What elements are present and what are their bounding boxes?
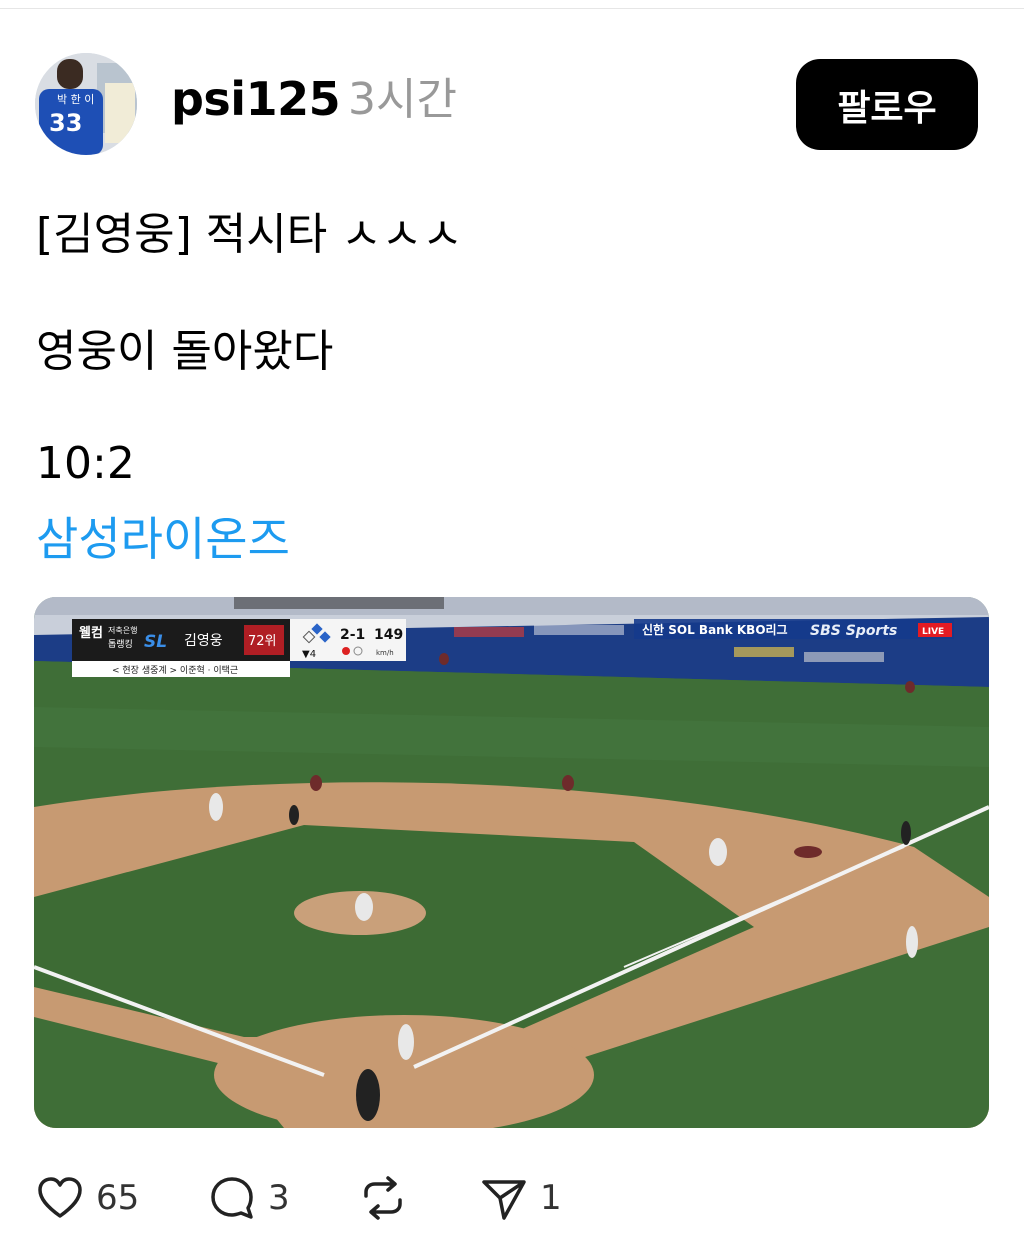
post-text-line-3: 10:2 bbox=[36, 438, 135, 489]
heart-icon bbox=[38, 1177, 82, 1218]
commentary-text: < 현장 생중계 > 이준혁 · 이택근 bbox=[112, 664, 238, 676]
sponsor-subtext: 저축은행 bbox=[108, 625, 137, 635]
follow-button[interactable]: 팔로우 bbox=[796, 59, 978, 150]
post-time: 3시간 bbox=[348, 74, 457, 125]
pitch-count: 2-1 bbox=[340, 627, 365, 643]
out-indicator bbox=[342, 647, 350, 655]
share-button[interactable]: 1 bbox=[480, 1168, 562, 1228]
like-count: 65 bbox=[96, 1178, 140, 1218]
team-logo: SL bbox=[144, 632, 167, 652]
hashtag-link[interactable]: 삼성라이온즈 bbox=[36, 516, 290, 562]
batter-name: 김영웅 bbox=[184, 633, 223, 649]
repost-icon bbox=[364, 1176, 402, 1220]
svg-text:박 한 이: 박 한 이 bbox=[57, 93, 94, 106]
batter-rank: 72위 bbox=[248, 634, 277, 649]
sponsor-text: 웰컴 bbox=[79, 626, 103, 641]
svg-text:33: 33 bbox=[49, 109, 82, 137]
broadcast-sponsor: 신한 SOL Bank KBO리그 bbox=[642, 622, 788, 637]
comment-icon bbox=[211, 1177, 253, 1219]
inning: ▼4 bbox=[302, 649, 316, 660]
reply-button[interactable]: 3 bbox=[208, 1168, 290, 1228]
username[interactable]: psi125 bbox=[171, 76, 341, 122]
sponsor-subtext-2: 톱랭킹 bbox=[108, 638, 133, 650]
send-icon bbox=[482, 1180, 526, 1220]
like-button[interactable]: 65 bbox=[36, 1168, 139, 1228]
reply-count: 3 bbox=[268, 1178, 290, 1218]
repost-button[interactable] bbox=[358, 1168, 420, 1228]
svg-text:LIVE: LIVE bbox=[922, 627, 944, 637]
pitch-speed: 149 bbox=[374, 627, 403, 643]
avatar[interactable]: 박 한 이 33 bbox=[35, 53, 137, 155]
pitch-speed-unit: km/h bbox=[376, 649, 394, 657]
scoreboard-overlay: 웰컴 저축은행 톱랭킹 SL 김영웅 72위 ▼4 2-1 149 km/h <… bbox=[72, 619, 954, 677]
share-count: 1 bbox=[540, 1178, 562, 1218]
post-text-line-2: 영웅이 돌아왔다 bbox=[36, 326, 334, 377]
top-divider bbox=[0, 8, 1024, 9]
post-text-line-1: [김영웅] 적시타 ㅅㅅㅅ bbox=[36, 209, 463, 260]
action-bar: 65 3 1 bbox=[0, 1168, 1024, 1232]
video-player[interactable]: 웰컴 저축은행 톱랭킹 SL 김영웅 72위 ▼4 2-1 149 km/h <… bbox=[34, 597, 989, 1128]
channel-logo: SBS Sports bbox=[810, 623, 897, 639]
avatar-image: 박 한 이 33 bbox=[35, 53, 137, 155]
